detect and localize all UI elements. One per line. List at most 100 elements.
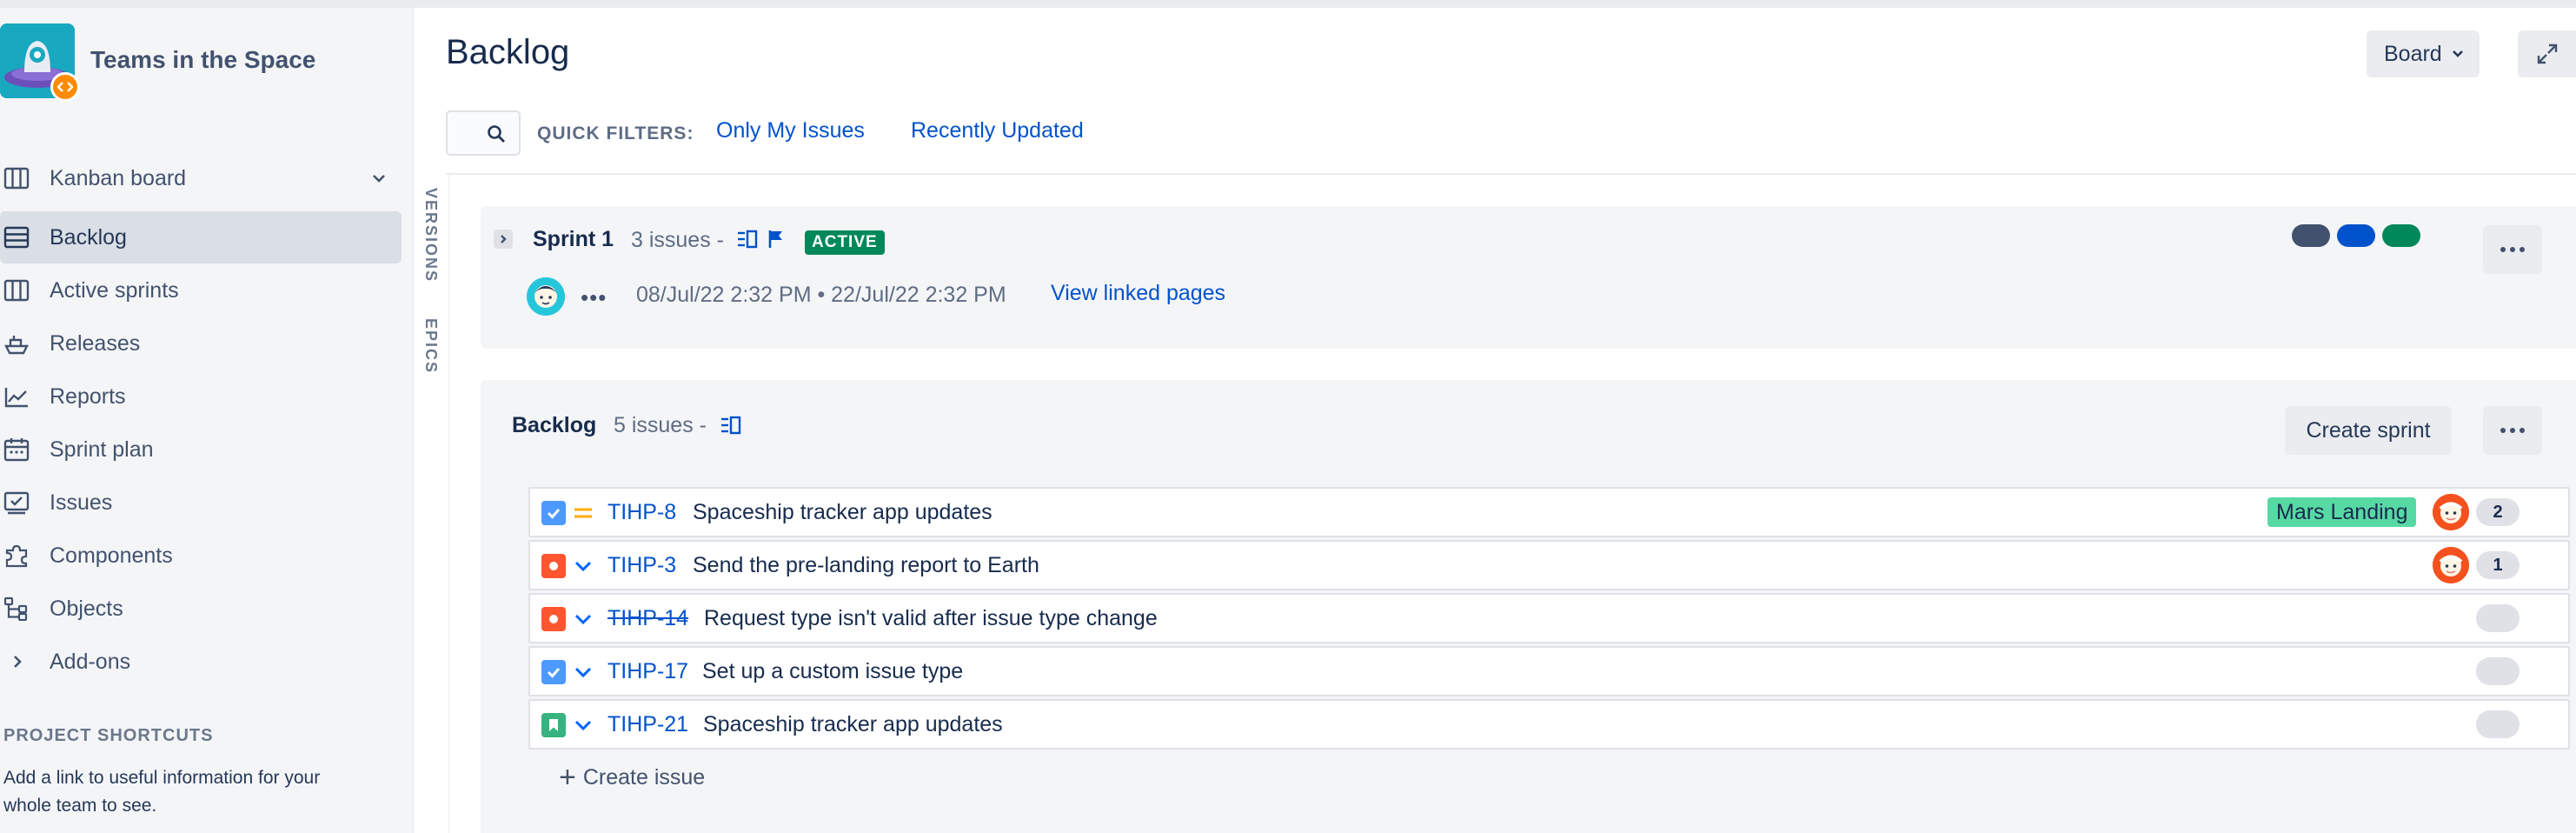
side-tabs: VERSIONS EPICS: [415, 174, 449, 833]
filter-only-my-issues[interactable]: Only My Issues: [716, 118, 865, 143]
sprint-issue-count: 3 issues -: [631, 228, 724, 252]
avatar[interactable]: [527, 277, 565, 316]
sidebar-item-objects[interactable]: Objects: [0, 583, 402, 635]
filter-recently-updated[interactable]: Recently Updated: [911, 118, 1084, 143]
sprint-actions-icon[interactable]: •••: [581, 284, 607, 311]
sidebar-item-add-ons[interactable]: Add-ons: [0, 636, 402, 688]
priority-low-icon: [574, 667, 592, 678]
issue-summary: Spaceship tracker app updates: [703, 712, 1003, 736]
board-icon: [3, 167, 30, 190]
bug-icon: [541, 607, 566, 631]
project-shortcuts-text: Add a link to useful information for you…: [3, 768, 321, 816]
graph-icon: [4, 388, 28, 408]
flag-icon: [768, 230, 782, 248]
issue-row[interactable]: TIHP-8 Spaceship tracker app updates Mar…: [528, 487, 2570, 537]
tab-versions[interactable]: VERSIONS: [422, 188, 440, 283]
sidebar-item-issues[interactable]: Issues: [0, 476, 402, 529]
issue-summary: Spaceship tracker app updates: [693, 500, 993, 524]
priority-low-icon: [574, 720, 592, 731]
sidebar-item-label: Issues: [50, 490, 113, 515]
create-sprint-button[interactable]: Create sprint: [2285, 406, 2452, 455]
sidebar-item-label: Add-ons: [50, 649, 131, 674]
issue-summary: Send the pre-landing report to Earth: [693, 553, 1039, 577]
story-points-badge: [2476, 710, 2520, 738]
status-done-count: [2382, 224, 2420, 247]
issue-summary: Set up a custom issue type: [702, 659, 964, 683]
sidebar-item-releases[interactable]: Releases: [0, 317, 402, 370]
page-title: Backlog: [446, 33, 570, 71]
chevron-down-icon[interactable]: [370, 170, 388, 187]
sidebar-nav: Kanban board Backlog Active sprints Rele…: [0, 147, 402, 689]
hierarchy-icon: [3, 596, 28, 621]
issue-list: TIHP-8 Spaceship tracker app updates Mar…: [528, 487, 2570, 752]
assignee-avatar[interactable]: [2433, 494, 2469, 530]
issue-key-link[interactable]: TIHP-21: [607, 712, 688, 737]
backlog-more-button[interactable]: [2483, 406, 2542, 455]
sidebar: Teams in the Space Kanban board Backlog …: [0, 8, 414, 833]
backlog-icon: [3, 226, 30, 249]
create-issue-button[interactable]: + Create issue: [559, 763, 705, 792]
story-points-badge: [2476, 657, 2520, 685]
issue-row[interactable]: TIHP-3 Send the pre-landing report to Ea…: [528, 540, 2570, 590]
sidebar-item-reports[interactable]: Reports: [0, 370, 402, 423]
project-header[interactable]: Teams in the Space: [0, 23, 408, 102]
top-strip: [0, 0, 2576, 8]
view-linked-pages-link[interactable]: View linked pages: [1051, 281, 1225, 306]
code-badge-icon: [50, 72, 80, 102]
calendar-icon: [3, 438, 30, 462]
sidebar-item-label: Active sprints: [50, 277, 179, 303]
epic-label[interactable]: Mars Landing: [2267, 497, 2417, 527]
columns-icon: [3, 279, 30, 302]
status-todo-count: [2292, 224, 2330, 247]
story-icon: [541, 713, 566, 737]
task-icon: [541, 660, 566, 684]
sidebar-item-active-sprints[interactable]: Active sprints: [0, 264, 402, 317]
sidebar-item-backlog[interactable]: Backlog: [0, 211, 402, 263]
sidebar-item-kanban-board[interactable]: Kanban board: [0, 147, 402, 210]
assignee-avatar[interactable]: [2433, 547, 2469, 583]
issue-key-link[interactable]: TIHP-3: [607, 553, 676, 578]
issue-summary: Request type isn't valid after issue typ…: [704, 606, 1158, 630]
issues-icon: [3, 491, 30, 515]
puzzle-icon: [5, 544, 28, 568]
issue-key-link[interactable]: TIHP-14: [607, 606, 688, 631]
quick-filters-label: QUICK FILTERS:: [537, 123, 694, 143]
sprint-view-icons: [738, 230, 782, 249]
issue-key-link[interactable]: TIHP-17: [607, 659, 688, 684]
estimate-icon: [738, 230, 758, 249]
task-icon: [541, 501, 566, 525]
chevron-down-icon: [2452, 50, 2463, 57]
project-name: Teams in the Space: [90, 46, 316, 73]
search-input[interactable]: [446, 110, 521, 156]
project-shortcuts-heading: PROJECT SHORTCUTS: [3, 726, 214, 745]
sidebar-item-label: Backlog: [50, 224, 127, 250]
sidebar-item-components[interactable]: Components: [0, 530, 402, 582]
priority-low-icon: [574, 561, 592, 572]
issue-row[interactable]: TIHP-21 Spaceship tracker app updates: [528, 699, 2570, 750]
priority-low-icon: [574, 614, 592, 625]
story-points-badge: 2: [2476, 498, 2520, 526]
backlog-issue-count: 5 issues -: [614, 413, 707, 437]
issue-row[interactable]: TIHP-14 Request type isn't valid after i…: [528, 593, 2570, 643]
issue-key-link[interactable]: TIHP-8: [607, 500, 676, 525]
issue-row[interactable]: TIHP-17 Set up a custom issue type: [528, 646, 2570, 696]
fullscreen-button[interactable]: [2518, 30, 2576, 77]
chevron-right-icon: [14, 656, 22, 668]
sprint-name: Sprint 1: [533, 227, 614, 251]
sidebar-item-label: Releases: [50, 330, 141, 356]
bug-icon: [541, 554, 566, 578]
sprint-more-button[interactable]: [2483, 225, 2542, 274]
sprint-collapse-toggle[interactable]: [494, 230, 513, 249]
board-dropdown-button[interactable]: Board: [2367, 30, 2480, 77]
estimate-icon[interactable]: [720, 415, 743, 437]
story-points-badge: 1: [2476, 551, 2520, 579]
chevron-right-icon: [501, 235, 507, 243]
board-button-label: Board: [2384, 41, 2442, 66]
tab-epics[interactable]: EPICS: [422, 318, 440, 374]
search-icon: [488, 125, 505, 143]
backlog-container: Backlog 5 issues - Create sprint TIHP-8 …: [481, 380, 2576, 833]
quick-filters-bar: QUICK FILTERS: Only My Issues Recently U…: [446, 110, 2576, 156]
create-issue-label: Create issue: [582, 764, 706, 790]
sidebar-item-label: Components: [50, 543, 173, 568]
sidebar-item-sprint-plan[interactable]: Sprint plan: [0, 423, 402, 476]
